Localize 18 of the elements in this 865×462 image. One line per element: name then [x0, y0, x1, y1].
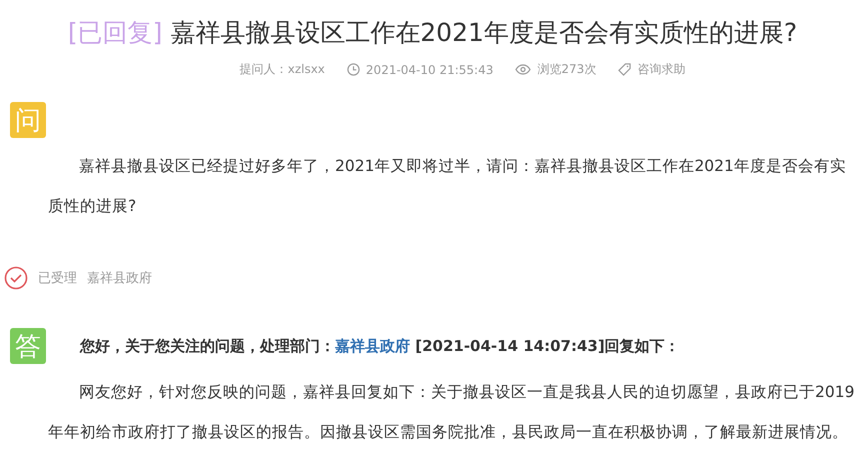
- tag-icon: [618, 63, 632, 76]
- question-text: 嘉祥县撤县设区已经提过好多年了，2021年又即将过半，请问：嘉祥县撤县设区工作在2021年度是否会有实质性的进展?: [48, 156, 847, 217]
- meta-text: 提问人：xzlsxx: [240, 61, 325, 78]
- department-label: 嘉祥县政府: [87, 270, 152, 287]
- clock-icon: [346, 63, 360, 76]
- status-label: 已受理: [38, 270, 77, 287]
- meta-text: 2021-04-10 21:55:43: [366, 62, 494, 76]
- answer-badge: 答: [10, 328, 46, 364]
- eye-icon: [515, 64, 532, 75]
- status-tag: [已回复]: [68, 18, 162, 47]
- answer-header: 您好，关于您关注的问题，处理部门：嘉祥县政府 [2021-04-14 14:07:43]回复如下：: [80, 336, 680, 356]
- answer-text: 网友您好，针对您反映的问题，嘉祥县回复如下：关于撤县设区一直是我县人民的迫切愿望，县政府已于2019年年初给市政府打了撤县设区的报告。因撤县设区需国务院批准，县民政局一直在积极协调，了解最新进展情况。: [48, 382, 856, 443]
- check-circle-icon: [4, 266, 28, 290]
- department-link[interactable]: 嘉祥县政府: [335, 336, 410, 354]
- question-badge: 问: [10, 102, 46, 138]
- meta-text: 浏览273次: [537, 61, 596, 78]
- meta-text: 咨询求助: [637, 61, 686, 78]
- question-title: 嘉祥县撤县设区工作在2021年度是否会有实质性的进展?: [170, 18, 798, 47]
